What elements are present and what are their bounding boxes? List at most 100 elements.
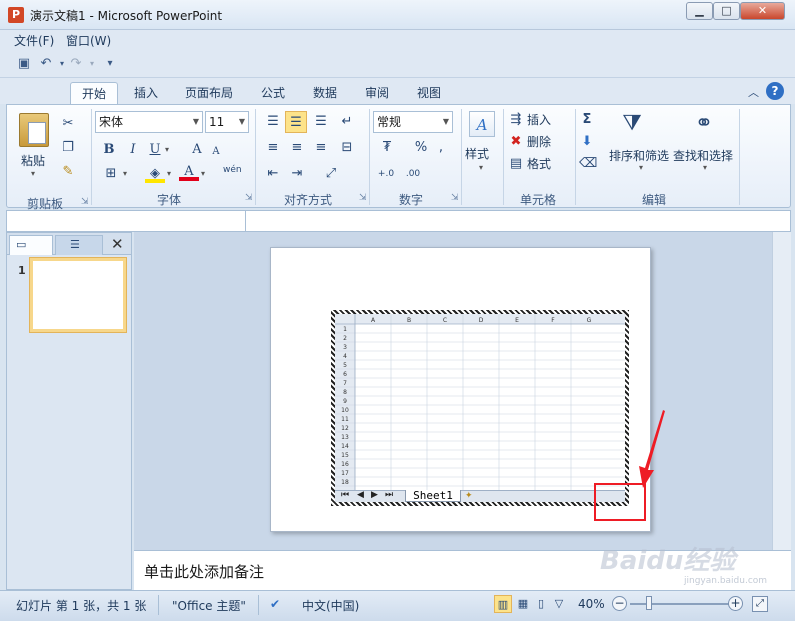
tab-formulas[interactable]: 公式 [253, 82, 293, 104]
insert-cells-button[interactable]: 插入 [527, 111, 551, 128]
row-header-10[interactable]: 10 [341, 407, 349, 414]
zoom-level[interactable]: 40% [578, 597, 605, 611]
column-header-g[interactable]: G [587, 317, 592, 324]
font-launcher-icon[interactable]: ⇲ [245, 193, 253, 203]
format-cells-button[interactable]: 格式 [527, 155, 551, 172]
column-header-c[interactable]: C [443, 317, 447, 324]
percent-button[interactable]: % [413, 139, 429, 157]
save-icon[interactable]: ▣ [16, 56, 32, 72]
row-header-2[interactable]: 2 [343, 335, 347, 342]
paste-dropdown-icon[interactable]: ▾ [31, 169, 35, 178]
cut-icon[interactable]: ✂ [59, 115, 77, 133]
next-sheet-icon[interactable]: ▶ [371, 490, 378, 500]
row-header-13[interactable]: 13 [341, 434, 349, 441]
row-header-5[interactable]: 5 [343, 362, 347, 369]
column-header-e[interactable]: E [515, 317, 519, 324]
underline-button[interactable]: U [147, 141, 163, 159]
autosum-button[interactable]: Σ [579, 111, 595, 129]
vertical-scrollbar[interactable] [772, 232, 791, 550]
insert-sheet-icon[interactable]: ✦ [465, 491, 473, 501]
increase-decimal-button[interactable]: +.0 [375, 165, 397, 183]
fit-to-window-icon[interactable]: ⤢ [752, 596, 768, 612]
language[interactable]: 中文(中国) [302, 597, 359, 614]
comma-button[interactable]: , [433, 139, 449, 157]
row-header-6[interactable]: 6 [343, 371, 347, 378]
decrease-decimal-button[interactable]: .00 [401, 165, 425, 183]
number-launcher-icon[interactable]: ⇲ [451, 193, 459, 203]
font-size-select[interactable]: 11 ▼ [205, 111, 249, 133]
align-middle-icon[interactable]: ☰ [285, 111, 307, 133]
tab-review[interactable]: 审阅 [357, 82, 397, 104]
tab-view[interactable]: 视图 [409, 82, 449, 104]
format-painter-icon[interactable]: ✎ [59, 163, 77, 181]
prev-sheet-icon[interactable]: ◀ [357, 490, 364, 500]
number-format-select[interactable]: 常规 ▼ [373, 111, 453, 133]
customize-qat-icon[interactable]: ▾ [102, 56, 118, 72]
normal-view-icon[interactable]: ▥ [494, 595, 512, 613]
row-header-3[interactable]: 3 [343, 344, 347, 351]
column-header-d[interactable]: D [479, 317, 484, 324]
alignment-launcher-icon[interactable]: ⇲ [359, 193, 367, 203]
tab-page-layout[interactable]: 页面布局 [178, 82, 240, 104]
tab-insert[interactable]: 插入 [126, 82, 166, 104]
slide-thumbnail[interactable] [30, 258, 126, 332]
align-center-icon[interactable]: ≡ [287, 139, 307, 157]
italic-button[interactable]: I [125, 141, 141, 159]
styles-button[interactable]: 样式 [465, 145, 489, 162]
copy-icon[interactable]: ❐ [59, 139, 77, 157]
orientation-icon[interactable]: ⤢ [321, 165, 341, 183]
font-color-icon[interactable]: A [179, 163, 199, 181]
tab-outline[interactable]: ☰ [55, 235, 103, 255]
zoom-out-icon[interactable]: − [612, 596, 627, 611]
formula-bar[interactable] [6, 210, 791, 232]
sort-filter-button[interactable]: 排序和筛选 [609, 147, 669, 164]
row-header-4[interactable]: 4 [343, 353, 347, 360]
delete-cells-button[interactable]: 删除 [527, 133, 551, 150]
spellcheck-icon[interactable]: ✔ [270, 597, 280, 611]
slide-sorter-icon[interactable]: ▦ [514, 595, 532, 613]
sheet-tab[interactable]: Sheet1 [405, 490, 461, 502]
fill-color-dropdown-icon[interactable]: ▾ [167, 169, 171, 178]
paste-button[interactable]: 粘贴 [21, 152, 45, 169]
theme-name[interactable]: "Office 主题" [172, 597, 246, 614]
help-icon[interactable]: ? [766, 82, 784, 100]
find-select-button[interactable]: 查找和选择 [673, 147, 733, 164]
clipboard-launcher-icon[interactable]: ⇲ [81, 197, 89, 207]
borders-icon[interactable]: ⊞ [101, 165, 121, 183]
zoom-in-icon[interactable]: + [728, 596, 743, 611]
borders-dropdown-icon[interactable]: ▾ [123, 169, 127, 178]
align-right-icon[interactable]: ≡ [311, 139, 331, 157]
powerpoint-app-icon[interactable]: P [8, 7, 24, 23]
styles-dropdown-icon[interactable]: ▾ [479, 163, 483, 172]
fill-icon[interactable]: ⬇ [579, 133, 595, 151]
maximize-button[interactable]: □ [713, 2, 740, 20]
zoom-slider-thumb[interactable] [646, 596, 652, 610]
slideshow-icon[interactable]: ▽ [550, 595, 568, 613]
font-family-select[interactable]: 宋体 ▼ [95, 111, 203, 133]
delete-cells-icon[interactable]: ✖ [507, 133, 525, 151]
row-header-16[interactable]: 16 [341, 461, 349, 468]
sort-filter-dropdown-icon[interactable]: ▾ [639, 163, 643, 172]
row-header-15[interactable]: 15 [341, 452, 349, 459]
find-select-dropdown-icon[interactable]: ▾ [703, 163, 707, 172]
redo-icon[interactable]: ↷ [68, 56, 84, 72]
row-header-9[interactable]: 9 [343, 398, 347, 405]
styles-icon[interactable]: A [469, 111, 495, 137]
align-bottom-icon[interactable]: ☰ [311, 113, 331, 131]
align-top-icon[interactable]: ☰ [263, 113, 283, 131]
redo-dropdown-icon[interactable]: ▾ [84, 56, 100, 72]
row-header-8[interactable]: 8 [343, 389, 347, 396]
merge-center-icon[interactable]: ⊟ [337, 139, 357, 157]
undo-icon[interactable]: ↶ [38, 56, 54, 72]
shrink-font-button[interactable]: A [209, 143, 223, 161]
decrease-indent-icon[interactable]: ⇤ [263, 165, 283, 183]
underline-dropdown-icon[interactable]: ▾ [165, 145, 169, 154]
currency-icon[interactable]: ₮ [377, 139, 397, 157]
tab-home[interactable]: 开始 [70, 82, 118, 104]
tab-data[interactable]: 数据 [305, 82, 345, 104]
menu-window[interactable]: 窗口(W) [66, 32, 111, 49]
row-header-17[interactable]: 17 [341, 470, 349, 477]
first-sheet-icon[interactable]: ⏮ [341, 490, 349, 500]
row-header-1[interactable]: 1 [343, 326, 347, 333]
tab-slides[interactable]: ▭ [9, 235, 53, 255]
